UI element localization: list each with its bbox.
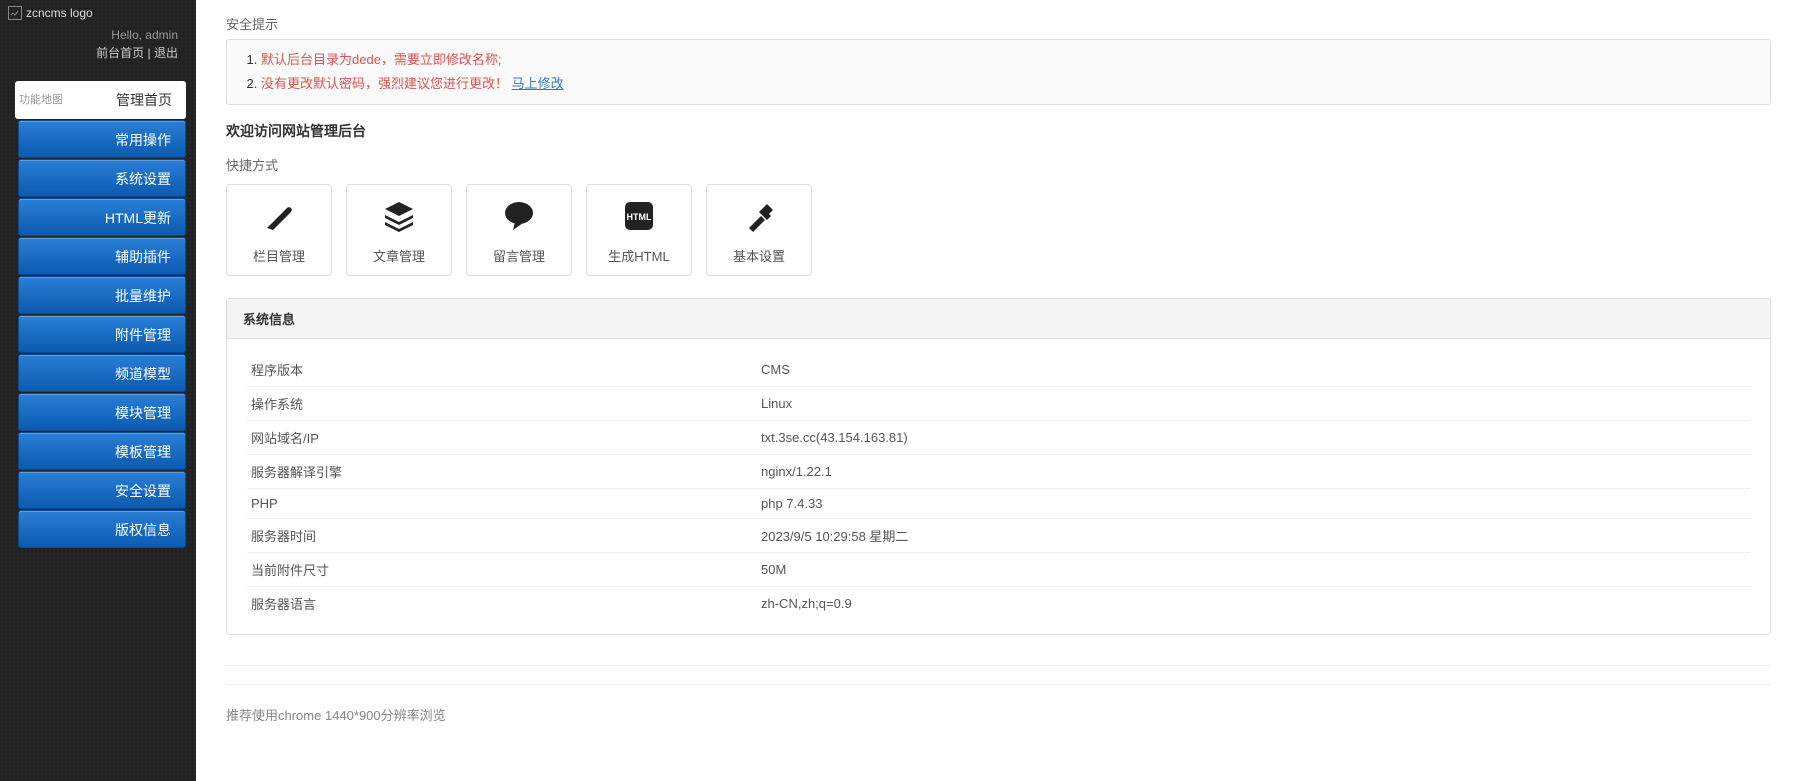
hammer-icon — [739, 196, 779, 236]
quick-card-hammer[interactable]: 基本设置 — [706, 184, 812, 276]
quick-card-label: 基本设置 — [733, 246, 785, 265]
sys-value: CMS — [757, 353, 1750, 387]
nav-item-label: 模板管理 — [115, 444, 171, 460]
user-links: 前台首页 | 退出 — [8, 44, 188, 69]
sys-value: txt.3se.cc(43.154.163.81) — [757, 421, 1750, 455]
quick-card-pencil[interactable]: 栏目管理 — [226, 184, 332, 276]
logout-link[interactable]: 退出 — [154, 46, 178, 60]
sys-key: 网站域名/IP — [247, 421, 757, 455]
nav-item-5[interactable]: 批量维护 — [18, 276, 186, 314]
nav-item-label: 系统设置 — [115, 171, 171, 187]
stack-icon — [379, 196, 419, 236]
nav-item-label: 附件管理 — [115, 327, 171, 343]
logo: zcncms logo — [8, 6, 188, 20]
quick-card-label: 留言管理 — [493, 246, 545, 265]
sys-key: 服务器解译引擎 — [247, 455, 757, 489]
sys-key: 操作系统 — [247, 387, 757, 421]
nav-item-label: 管理首页 — [116, 92, 172, 108]
nav-item-10[interactable]: 安全设置 — [18, 471, 186, 509]
sys-key: 服务器语言 — [247, 587, 757, 621]
quick-card-stack[interactable]: 文章管理 — [346, 184, 452, 276]
nav-item-label: HTML更新 — [105, 210, 171, 226]
quick-row: 栏目管理 文章管理 留言管理 HTML 生成HTML 基本设置 — [226, 184, 1771, 276]
main-content: 安全提示 默认后台目录为dede，需要立即修改名称; 没有更改默认密码，强烈建议… — [196, 0, 1801, 781]
table-row: PHPphp 7.4.33 — [247, 489, 1750, 519]
nav-item-2[interactable]: 系统设置 — [18, 159, 186, 197]
nav-item-8[interactable]: 模块管理 — [18, 393, 186, 431]
quick-card-label: 文章管理 — [373, 246, 425, 265]
safety-box: 默认后台目录为dede，需要立即修改名称; 没有更改默认密码，强烈建议您进行更改… — [226, 39, 1771, 105]
nav-item-label: 常用操作 — [115, 132, 171, 148]
nav-map-tag: 功能地图 — [15, 81, 63, 119]
sys-value: php 7.4.33 — [757, 489, 1750, 519]
broken-image-icon — [8, 6, 22, 20]
sys-key: 当前附件尺寸 — [247, 553, 757, 587]
system-info-header: 系统信息 — [227, 299, 1770, 339]
quick-card-label: 生成HTML — [608, 246, 669, 265]
nav-item-1[interactable]: 常用操作 — [18, 120, 186, 158]
quick-title: 快捷方式 — [226, 155, 1771, 174]
footer-tip: 推荐使用chrome 1440*900分辨率浏览 — [226, 684, 1771, 724]
table-row: 当前附件尺寸50M — [247, 553, 1750, 587]
nav-item-label: 版权信息 — [115, 522, 171, 538]
nav-item-label: 频道模型 — [115, 366, 171, 382]
system-info-panel: 系统信息 程序版本CMS操作系统Linux网站域名/IPtxt.3se.cc(4… — [226, 298, 1771, 635]
table-row: 服务器解译引擎nginx/1.22.1 — [247, 455, 1750, 489]
quick-card-label: 栏目管理 — [253, 246, 305, 265]
sys-key: PHP — [247, 489, 757, 519]
table-row: 服务器时间2023/9/5 10:29:58 星期二 — [247, 519, 1750, 553]
front-home-link[interactable]: 前台首页 — [96, 46, 144, 60]
safety-item-2: 没有更改默认密码，强烈建议您进行更改！ 马上修改 — [261, 72, 1756, 96]
table-row: 网站域名/IPtxt.3se.cc(43.154.163.81) — [247, 421, 1750, 455]
nav-item-9[interactable]: 模板管理 — [18, 432, 186, 470]
table-row: 操作系统Linux — [247, 387, 1750, 421]
sys-key: 服务器时间 — [247, 519, 757, 553]
table-row: 服务器语言zh-CN,zh;q=0.9 — [247, 587, 1750, 621]
table-row: 程序版本CMS — [247, 353, 1750, 387]
logo-alt-text: zcncms logo — [26, 6, 93, 20]
welcome-heading: 欢迎访问网站管理后台 — [226, 121, 1771, 141]
nav-item-label: 模块管理 — [115, 405, 171, 421]
nav-item-4[interactable]: 辅助插件 — [18, 237, 186, 275]
change-password-link[interactable]: 马上修改 — [512, 76, 564, 91]
pencil-icon — [259, 196, 299, 236]
nav-item-label: 安全设置 — [115, 483, 171, 499]
svg-text:HTML: HTML — [627, 212, 652, 222]
nav-item-label: 辅助插件 — [115, 249, 171, 265]
nav-item-label: 批量维护 — [115, 288, 171, 304]
system-info-table: 程序版本CMS操作系统Linux网站域名/IPtxt.3se.cc(43.154… — [247, 353, 1750, 620]
sys-value: zh-CN,zh;q=0.9 — [757, 587, 1750, 621]
nav-item-6[interactable]: 附件管理 — [18, 315, 186, 353]
sys-value: Linux — [757, 387, 1750, 421]
nav-item-11[interactable]: 版权信息 — [18, 510, 186, 548]
bubble-icon — [499, 196, 539, 236]
safety-item-1: 默认后台目录为dede，需要立即修改名称; — [261, 48, 1756, 72]
quick-card-html[interactable]: HTML 生成HTML — [586, 184, 692, 276]
user-greeting: Hello, admin — [8, 20, 188, 44]
html-icon: HTML — [619, 196, 659, 236]
nav-item-7[interactable]: 频道模型 — [18, 354, 186, 392]
nav-item-0[interactable]: 功能地图 管理首页 — [15, 81, 186, 119]
sys-value: nginx/1.22.1 — [757, 455, 1750, 489]
safety-title: 安全提示 — [226, 14, 1771, 33]
nav-item-3[interactable]: HTML更新 — [18, 198, 186, 236]
sys-value: 50M — [757, 553, 1750, 587]
quick-card-bubble[interactable]: 留言管理 — [466, 184, 572, 276]
sys-key: 程序版本 — [247, 353, 757, 387]
sys-value: 2023/9/5 10:29:58 星期二 — [757, 519, 1750, 553]
nav-list: 功能地图 管理首页常用操作系统设置 HTML更新辅助插件批量维护附件管理频道模型模块… — [0, 81, 196, 548]
divider — [226, 665, 1771, 666]
sidebar: zcncms logo Hello, admin 前台首页 | 退出 功能地图 管… — [0, 0, 196, 781]
